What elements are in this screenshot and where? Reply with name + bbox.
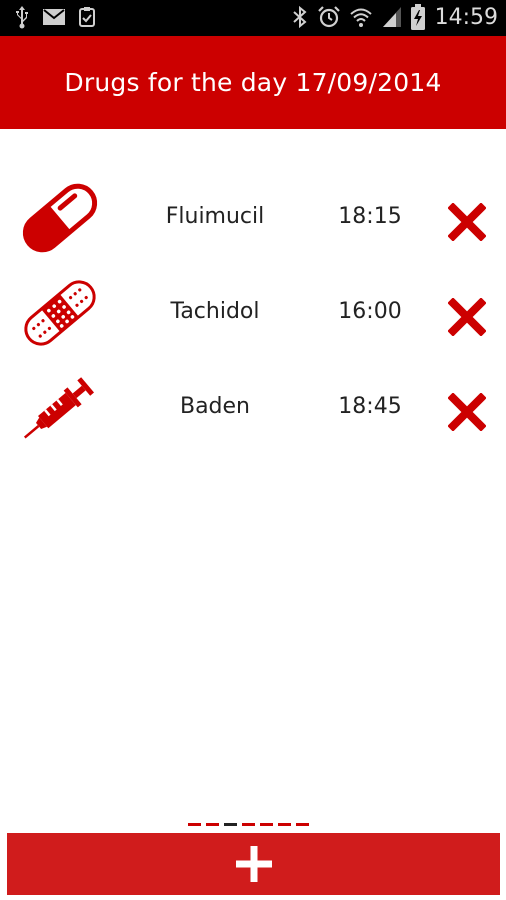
add-drug-button[interactable] xyxy=(7,833,500,895)
plus-icon xyxy=(235,846,272,882)
drug-row[interactable]: Fluimucil 18:15 xyxy=(0,170,506,265)
close-icon xyxy=(447,392,487,432)
clipboard-check-icon xyxy=(78,6,96,28)
wifi-icon xyxy=(349,5,373,29)
page-indicator-dash xyxy=(260,823,273,826)
capsule-icon xyxy=(18,178,102,258)
notification-icons xyxy=(14,5,96,29)
drug-list: Fluimucil 18:15 Tachidol 16:00 Baden 18:… xyxy=(0,170,506,455)
drug-name: Tachidol xyxy=(170,299,260,324)
drug-time: 18:15 xyxy=(338,204,402,229)
syringe-icon xyxy=(18,368,102,448)
page-indicator-dash xyxy=(296,823,309,826)
page-title: Drugs for the day 17/09/2014 xyxy=(64,68,442,97)
delete-button[interactable] xyxy=(447,202,487,242)
page-indicator-dash xyxy=(224,823,237,826)
delete-button[interactable] xyxy=(447,392,487,432)
signal-icon xyxy=(381,5,403,29)
page-indicator xyxy=(188,823,309,826)
drug-name: Fluimucil xyxy=(165,204,265,229)
drug-name: Baden xyxy=(179,394,251,419)
alarm-icon xyxy=(317,5,341,29)
drug-time: 18:45 xyxy=(338,394,402,419)
drug-row[interactable]: Tachidol 16:00 xyxy=(0,265,506,360)
status-bar: 14:59 xyxy=(0,0,506,36)
app-header: Drugs for the day 17/09/2014 xyxy=(0,36,506,129)
usb-icon xyxy=(14,5,30,29)
delete-button[interactable] xyxy=(447,297,487,337)
system-icons: 14:59 xyxy=(291,4,498,30)
close-icon xyxy=(447,297,487,337)
drug-row[interactable]: Baden 18:45 xyxy=(0,360,506,455)
drug-time: 16:00 xyxy=(338,299,402,324)
page-indicator-dash xyxy=(188,823,201,826)
close-icon xyxy=(447,202,487,242)
clock-time: 14:59 xyxy=(434,4,498,30)
battery-charging-icon xyxy=(410,4,425,30)
mail-icon xyxy=(42,7,66,27)
page-indicator-dash xyxy=(278,823,291,826)
page-indicator-dash xyxy=(242,823,255,826)
page-indicator-dash xyxy=(206,823,219,826)
bluetooth-icon xyxy=(291,5,309,29)
bandage-icon xyxy=(18,273,102,353)
